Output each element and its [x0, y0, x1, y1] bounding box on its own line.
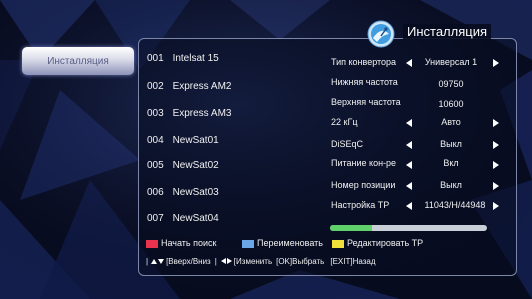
- param-value-converter-power[interactable]: Вкл: [419, 158, 483, 168]
- right-arrow-icon[interactable]: [493, 161, 499, 169]
- right-arrow-icon[interactable]: [493, 202, 499, 210]
- help-bar: | [Вверх/Вниз | [Изменить [OK]Выбрать [E…: [146, 256, 376, 266]
- list-item[interactable]: 002 Express AM2: [147, 81, 231, 92]
- list-item[interactable]: 007 NewSat04: [147, 213, 219, 224]
- satellite-number: 007: [147, 213, 164, 224]
- left-arrow-icon[interactable]: [406, 202, 412, 210]
- page-title: Инсталляция: [403, 24, 492, 39]
- right-arrow-icon[interactable]: [493, 59, 499, 67]
- satellite-number: 004: [147, 135, 164, 146]
- left-arrow-icon: [220, 258, 226, 264]
- param-label-converter-power: Питание кон-ре: [331, 158, 397, 168]
- list-item[interactable]: 006 NewSat03: [147, 187, 219, 198]
- param-label-high-frequency: Верхняя частота: [331, 97, 401, 107]
- list-item[interactable]: 005 NewSat02: [147, 160, 219, 171]
- list-item[interactable]: 001 Intelsat 15: [147, 53, 219, 64]
- help-exit: [EXIT]Назад: [330, 256, 376, 266]
- blue-key-label: Переименовать: [257, 238, 323, 248]
- help-select: [OK]Выбрать: [276, 256, 325, 266]
- right-arrow-icon[interactable]: [493, 141, 499, 149]
- right-arrow-icon: [226, 258, 232, 264]
- param-value-position-number[interactable]: Выкл: [419, 180, 483, 190]
- left-arrow-icon[interactable]: [406, 119, 412, 127]
- red-key-label: Начать поиск: [161, 238, 217, 248]
- param-label-low-frequency: Нижняя частота: [331, 77, 398, 87]
- blue-key-icon: [242, 239, 254, 248]
- satellite-name: NewSat02: [172, 160, 219, 171]
- list-item[interactable]: 004 NewSat01: [147, 135, 219, 146]
- param-value-diseqc[interactable]: Выкл: [419, 139, 483, 149]
- satellite-name: NewSat04: [172, 213, 219, 224]
- left-arrow-icon[interactable]: [406, 59, 412, 67]
- blue-key-hint: Переименовать: [242, 238, 323, 248]
- help-navigate: [Вверх/Вниз: [166, 256, 211, 266]
- satellite-number: 001: [147, 53, 164, 64]
- red-key-hint: Начать поиск: [146, 238, 216, 248]
- satellite-number: 006: [147, 187, 164, 198]
- param-value-high-frequency[interactable]: 10600: [419, 99, 483, 109]
- param-value-tp-setup[interactable]: 11043/H/44948: [419, 200, 491, 210]
- yellow-key-hint: Редактировать ТР: [332, 238, 423, 248]
- satellite-number: 003: [147, 108, 164, 119]
- satellite-dish-icon: [367, 20, 395, 48]
- down-arrow-icon: [158, 258, 165, 264]
- left-arrow-icon[interactable]: [406, 141, 412, 149]
- left-arrow-icon[interactable]: [406, 182, 412, 190]
- yellow-key-icon: [332, 239, 344, 248]
- sidebar-item-installation[interactable]: Инсталляция: [22, 47, 134, 75]
- up-arrow-icon: [151, 258, 158, 264]
- sidebar-item-label: Инсталляция: [47, 55, 109, 67]
- list-item[interactable]: 003 Express AM3: [147, 108, 231, 119]
- param-value-low-frequency[interactable]: 09750: [419, 79, 483, 89]
- satellite-name: NewSat03: [172, 187, 219, 198]
- signal-level-fill: [330, 225, 373, 231]
- signal-level-bar: [330, 225, 487, 231]
- param-label-converter-type: Тип конвертора: [331, 57, 397, 67]
- param-label-tp-setup: Настройка ТР: [331, 200, 390, 210]
- satellite-name: NewSat01: [172, 135, 219, 146]
- right-arrow-icon[interactable]: [493, 182, 499, 190]
- param-label-position-number: Номер позиции: [331, 180, 396, 190]
- param-value-22khz[interactable]: Авто: [419, 117, 483, 127]
- left-arrow-icon[interactable]: [406, 161, 412, 169]
- satellite-number: 005: [147, 160, 164, 171]
- satellite-name: Intelsat 15: [172, 53, 219, 64]
- yellow-key-label: Редактировать ТР: [347, 238, 424, 248]
- right-arrow-icon[interactable]: [493, 119, 499, 127]
- satellite-number: 002: [147, 81, 164, 92]
- param-label-diseqc: DiSEqC: [331, 139, 364, 149]
- satellite-name: Express AM3: [172, 108, 232, 119]
- param-value-converter-type[interactable]: Универсал 1: [419, 57, 483, 67]
- param-label-22khz: 22 кГц: [331, 117, 358, 127]
- help-change: [Изменить: [233, 256, 273, 266]
- satellite-name: Express AM2: [172, 81, 232, 92]
- red-key-icon: [146, 239, 158, 248]
